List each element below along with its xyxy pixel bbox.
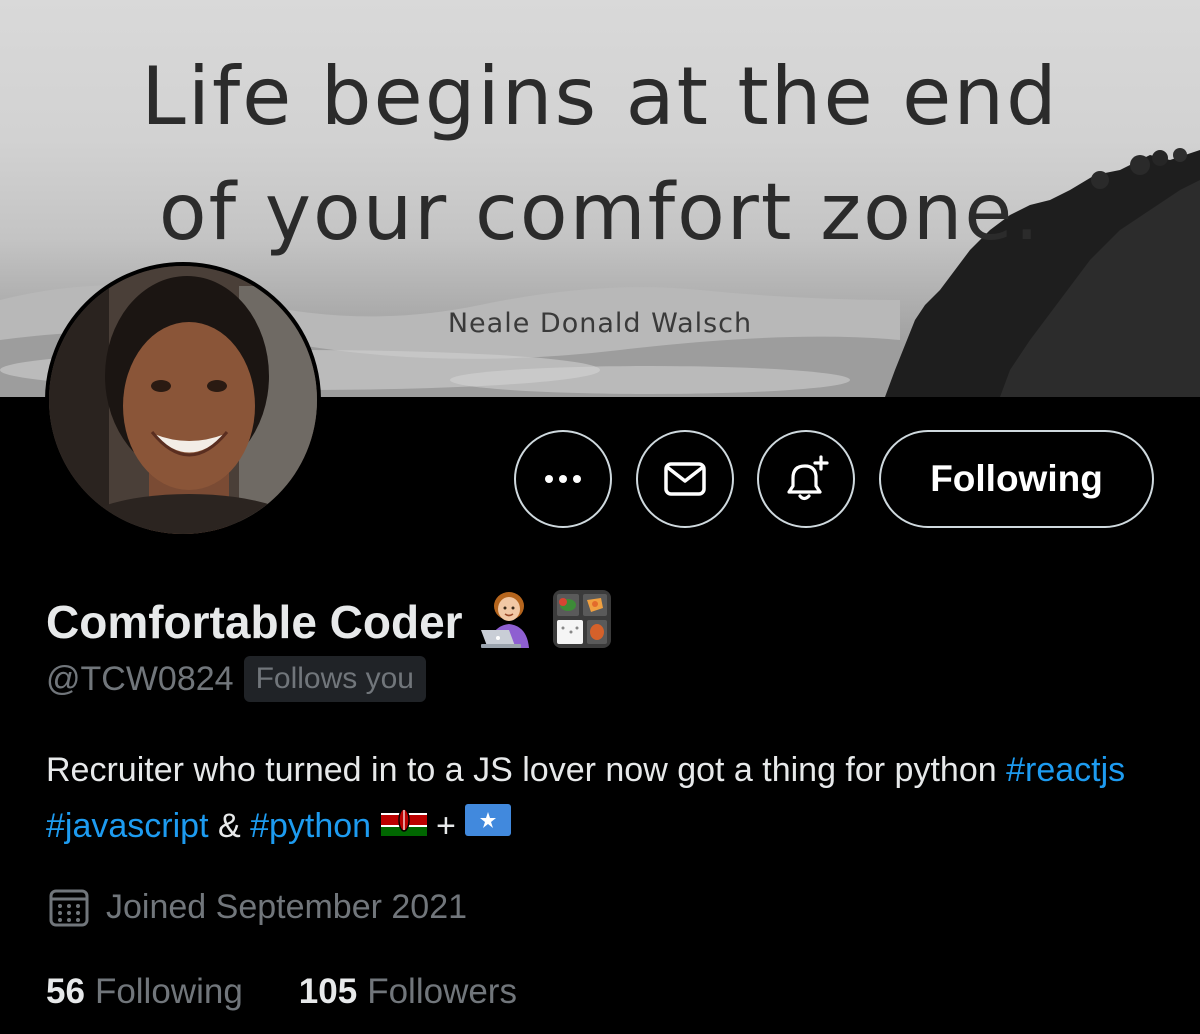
profile-bio: Recruiter who turned in to a JS lover no… xyxy=(46,742,1156,854)
profile-handle-row: @TCW0824 Follows you xyxy=(46,656,426,702)
hashtag-link[interactable]: #reactjs xyxy=(1006,751,1125,789)
kenya-flag-icon xyxy=(380,797,427,853)
profile-display-name: Comfortable Coder xyxy=(46,595,463,648)
envelope-icon xyxy=(664,462,706,496)
banner-quote-line-2: of your comfort zone. xyxy=(158,168,1042,258)
bell-plus-icon xyxy=(787,455,829,501)
calendar-icon xyxy=(49,889,89,927)
avatar-photo xyxy=(49,266,317,534)
followers-count: 105 xyxy=(298,972,358,1011)
bio-text: + xyxy=(426,807,466,845)
somalia-flag-icon xyxy=(465,797,512,853)
bio-text: Recruiter who turned in to a JS lover no… xyxy=(46,751,1007,789)
profile-joined-date: Joined September 2021 xyxy=(106,887,468,926)
following-count-link[interactable]: 56 Following xyxy=(46,972,243,1012)
profile-stats: 56 Following 105 Followers xyxy=(46,972,517,1012)
hashtag-link[interactable]: #javascript xyxy=(46,807,209,845)
profile-joined-row: Joined September 2021 xyxy=(46,884,467,930)
notifications-button[interactable] xyxy=(757,430,855,528)
profile-handle: @TCW0824 xyxy=(46,659,234,698)
banner-quote-line-1: Life begins at the end xyxy=(141,50,1059,143)
following-count: 56 xyxy=(46,972,85,1011)
follows-you-badge: Follows you xyxy=(243,656,426,702)
message-button[interactable] xyxy=(636,430,734,528)
more-options-button[interactable] xyxy=(514,430,612,528)
bio-text: & xyxy=(208,807,251,845)
bento-box-icon xyxy=(551,588,613,655)
followers-count-link[interactable]: 105 Followers xyxy=(299,972,517,1012)
hashtag-link[interactable]: #python xyxy=(250,807,371,845)
followers-label: Followers xyxy=(367,972,517,1011)
more-horizontal-icon xyxy=(545,475,581,483)
following-label: Following xyxy=(94,972,243,1011)
following-button[interactable]: Following xyxy=(879,430,1154,528)
profile-avatar[interactable] xyxy=(45,262,321,538)
woman-technologist-icon xyxy=(479,590,543,653)
profile-name-row: Comfortable Coder xyxy=(46,588,613,655)
